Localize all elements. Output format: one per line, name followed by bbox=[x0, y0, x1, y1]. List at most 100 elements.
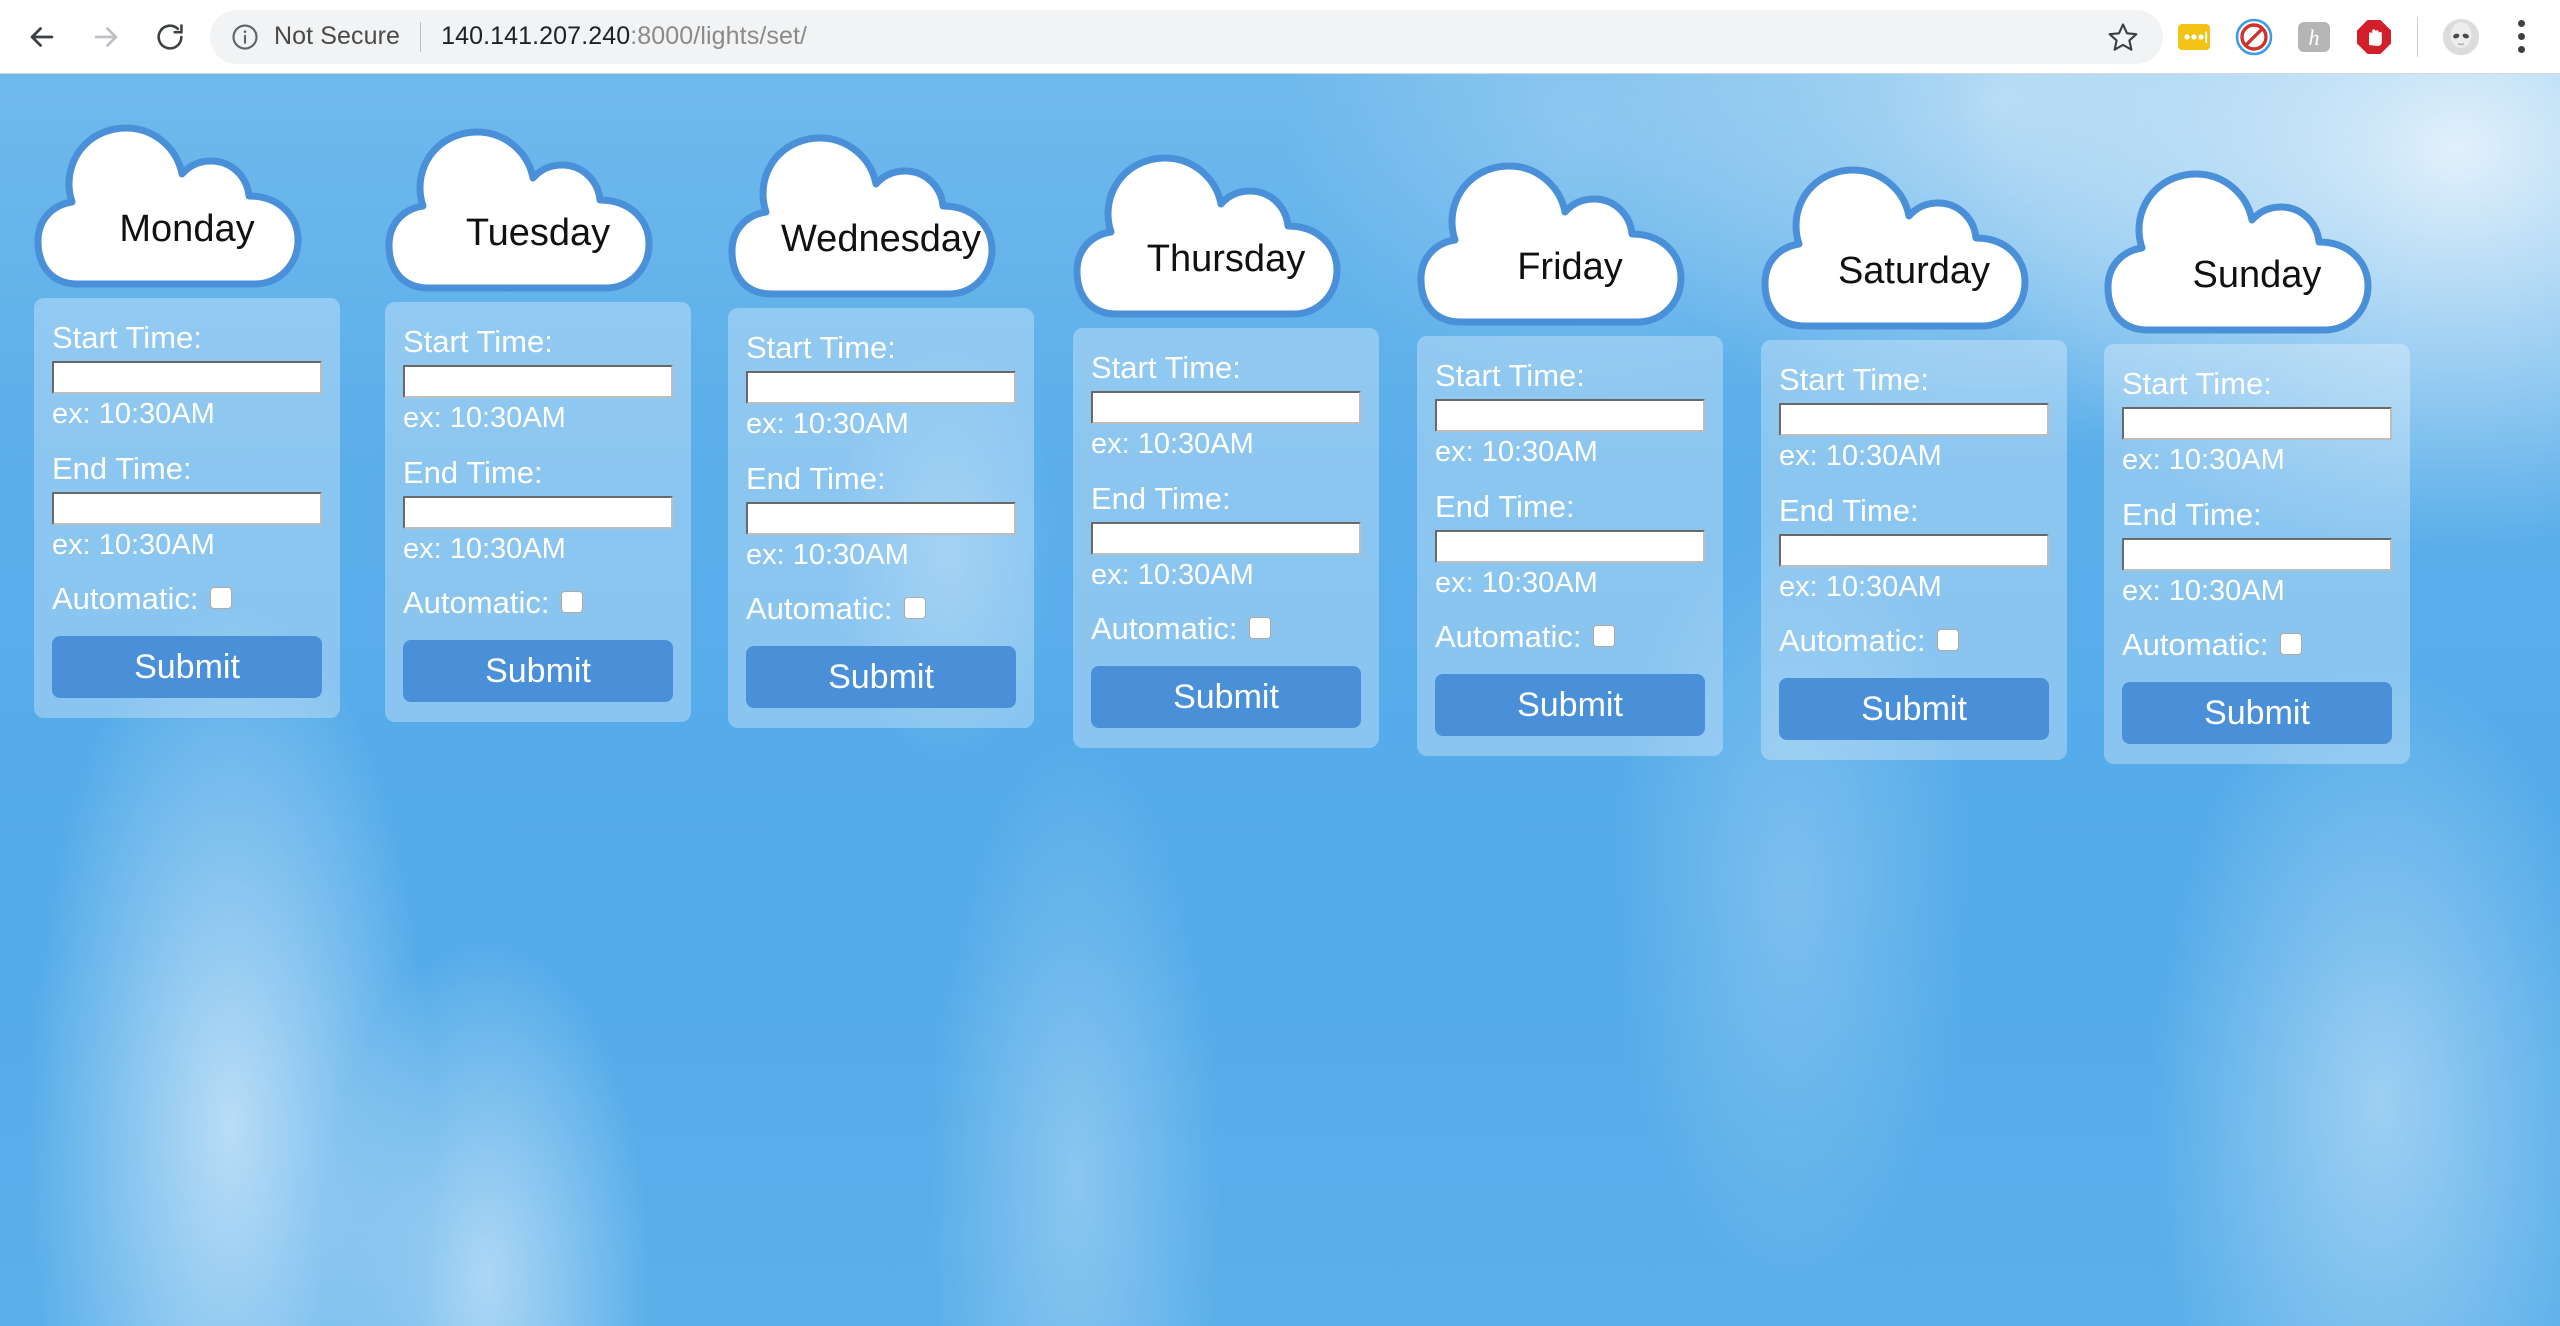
start-time-input[interactable] bbox=[403, 364, 673, 398]
automatic-checkbox[interactable] bbox=[1593, 625, 1616, 648]
end-time-input[interactable] bbox=[1435, 530, 1705, 564]
automatic-row: Automatic: bbox=[746, 593, 1016, 624]
forward-button[interactable] bbox=[78, 9, 134, 65]
page-content: Monday Start Time: ex: 10:30AM End Time:… bbox=[0, 74, 2560, 1326]
end-time-input[interactable] bbox=[52, 492, 322, 526]
honey-extension-icon[interactable]: h bbox=[2293, 16, 2335, 58]
automatic-label: Automatic: bbox=[1091, 610, 1238, 646]
submit-button[interactable]: Submit bbox=[403, 639, 673, 702]
end-time-hint: ex: 10:30AM bbox=[52, 529, 215, 562]
cloud-shape-icon bbox=[1417, 162, 1685, 326]
cloud-shape-icon bbox=[385, 128, 653, 292]
end-time-input[interactable] bbox=[403, 496, 673, 530]
start-time-input[interactable] bbox=[52, 360, 322, 394]
start-time-input[interactable] bbox=[746, 370, 1016, 404]
day-cloud: Monday bbox=[34, 102, 340, 292]
end-time-hint: ex: 10:30AM bbox=[746, 539, 909, 572]
automatic-row: Automatic: bbox=[2122, 629, 2392, 660]
day-cloud: Sunday bbox=[2104, 148, 2410, 338]
end-time-label: End Time: bbox=[1779, 493, 1919, 529]
url-display: 140.141.207.240:8000/lights/set/ bbox=[441, 22, 807, 51]
start-time-input[interactable] bbox=[1091, 390, 1361, 424]
submit-button[interactable]: Submit bbox=[1779, 677, 2049, 740]
automatic-checkbox[interactable] bbox=[210, 587, 233, 610]
chrome-menu-button[interactable] bbox=[2500, 16, 2542, 58]
automatic-label: Automatic: bbox=[2122, 626, 2269, 662]
end-time-input[interactable] bbox=[1779, 534, 2049, 568]
end-time-input[interactable] bbox=[1091, 522, 1361, 556]
day-column-sunday: Sunday Start Time: ex: 10:30AM End Time:… bbox=[2104, 148, 2410, 764]
day-cloud: Saturday bbox=[1761, 144, 2067, 334]
end-time-label: End Time: bbox=[1435, 489, 1575, 525]
automatic-checkbox[interactable] bbox=[1249, 617, 1272, 640]
browser-toolbar: Not Secure 140.141.207.240:8000/lights/s… bbox=[0, 0, 2560, 74]
adblock-extension-icon[interactable] bbox=[2353, 16, 2395, 58]
end-time-hint: ex: 10:30AM bbox=[1779, 571, 1942, 604]
start-time-label: Start Time: bbox=[1091, 350, 1241, 385]
cloud-shape-icon bbox=[34, 124, 302, 288]
cloud-shape-icon bbox=[1761, 166, 2029, 330]
submit-button[interactable]: Submit bbox=[2122, 681, 2392, 744]
start-time-hint: ex: 10:30AM bbox=[403, 401, 566, 434]
start-time-label: Start Time: bbox=[746, 330, 896, 365]
end-time-hint: ex: 10:30AM bbox=[1091, 559, 1254, 592]
automatic-label: Automatic: bbox=[403, 584, 550, 620]
reload-button[interactable] bbox=[142, 9, 198, 65]
automatic-checkbox[interactable] bbox=[904, 597, 927, 620]
day-cloud: Tuesday bbox=[385, 106, 691, 296]
end-time-label: End Time: bbox=[52, 451, 192, 487]
automatic-checkbox[interactable] bbox=[561, 591, 584, 614]
automatic-label: Automatic: bbox=[52, 580, 199, 616]
submit-button[interactable]: Submit bbox=[1091, 665, 1361, 728]
automatic-checkbox[interactable] bbox=[2280, 633, 2303, 656]
automatic-row: Automatic: bbox=[52, 583, 322, 614]
omnibox-divider bbox=[420, 21, 422, 52]
extensions-toolbar: h bbox=[2173, 15, 2560, 58]
start-time-input[interactable] bbox=[2122, 406, 2392, 440]
cloud-shape-icon bbox=[2104, 170, 2372, 334]
start-time-label: Start Time: bbox=[1779, 362, 1929, 397]
end-time-input[interactable] bbox=[746, 502, 1016, 536]
toolbar-divider bbox=[2417, 16, 2418, 57]
day-schedule-form: Start Time: ex: 10:30AM End Time: ex: 10… bbox=[1417, 336, 1723, 756]
automatic-checkbox[interactable] bbox=[1937, 629, 1960, 652]
cloud-shape-icon bbox=[1073, 154, 1341, 318]
day-cloud: Thursday bbox=[1073, 132, 1379, 322]
start-time-hint: ex: 10:30AM bbox=[1435, 435, 1598, 468]
svg-text:h: h bbox=[2309, 25, 2320, 50]
start-time-input[interactable] bbox=[1779, 402, 2049, 436]
navigation-buttons bbox=[0, 9, 198, 65]
automatic-row: Automatic: bbox=[1779, 625, 2049, 656]
security-status-label: Not Secure bbox=[274, 22, 401, 50]
start-time-hint: ex: 10:30AM bbox=[52, 397, 215, 430]
profile-avatar[interactable] bbox=[2440, 16, 2482, 58]
submit-button[interactable]: Submit bbox=[52, 635, 322, 698]
end-time-label: End Time: bbox=[403, 455, 543, 491]
automatic-label: Automatic: bbox=[1779, 622, 1926, 658]
bookmark-star-button[interactable] bbox=[2097, 11, 2149, 63]
password-manager-extension-icon[interactable] bbox=[2173, 16, 2215, 58]
end-time-input[interactable] bbox=[2122, 538, 2392, 572]
day-cloud: Friday bbox=[1417, 140, 1723, 330]
submit-button[interactable]: Submit bbox=[1435, 673, 1705, 736]
star-icon bbox=[2108, 22, 2138, 51]
day-column-wednesday: Wednesday Start Time: ex: 10:30AM End Ti… bbox=[728, 112, 1034, 728]
day-column-saturday: Saturday Start Time: ex: 10:30AM End Tim… bbox=[1761, 144, 2067, 760]
day-schedule-form: Start Time: ex: 10:30AM End Time: ex: 10… bbox=[728, 308, 1034, 728]
back-button[interactable] bbox=[14, 9, 70, 65]
day-schedule-form: Start Time: ex: 10:30AM End Time: ex: 10… bbox=[2104, 344, 2410, 764]
end-time-hint: ex: 10:30AM bbox=[1435, 567, 1598, 600]
blocker-extension-icon[interactable] bbox=[2233, 16, 2275, 58]
submit-button[interactable]: Submit bbox=[746, 645, 1016, 708]
forward-arrow-icon bbox=[94, 26, 118, 47]
address-bar[interactable]: Not Secure 140.141.207.240:8000/lights/s… bbox=[210, 9, 2163, 64]
start-time-label: Start Time: bbox=[2122, 366, 2272, 401]
automatic-label: Automatic: bbox=[1435, 618, 1582, 654]
end-time-label: End Time: bbox=[1091, 481, 1231, 517]
end-time-hint: ex: 10:30AM bbox=[403, 533, 566, 566]
menu-dot bbox=[2517, 46, 2525, 53]
site-info-icon[interactable] bbox=[230, 22, 260, 52]
start-time-input[interactable] bbox=[1435, 398, 1705, 432]
day-schedule-form: Start Time: ex: 10:30AM End Time: ex: 10… bbox=[34, 298, 340, 718]
back-arrow-icon bbox=[30, 26, 54, 47]
